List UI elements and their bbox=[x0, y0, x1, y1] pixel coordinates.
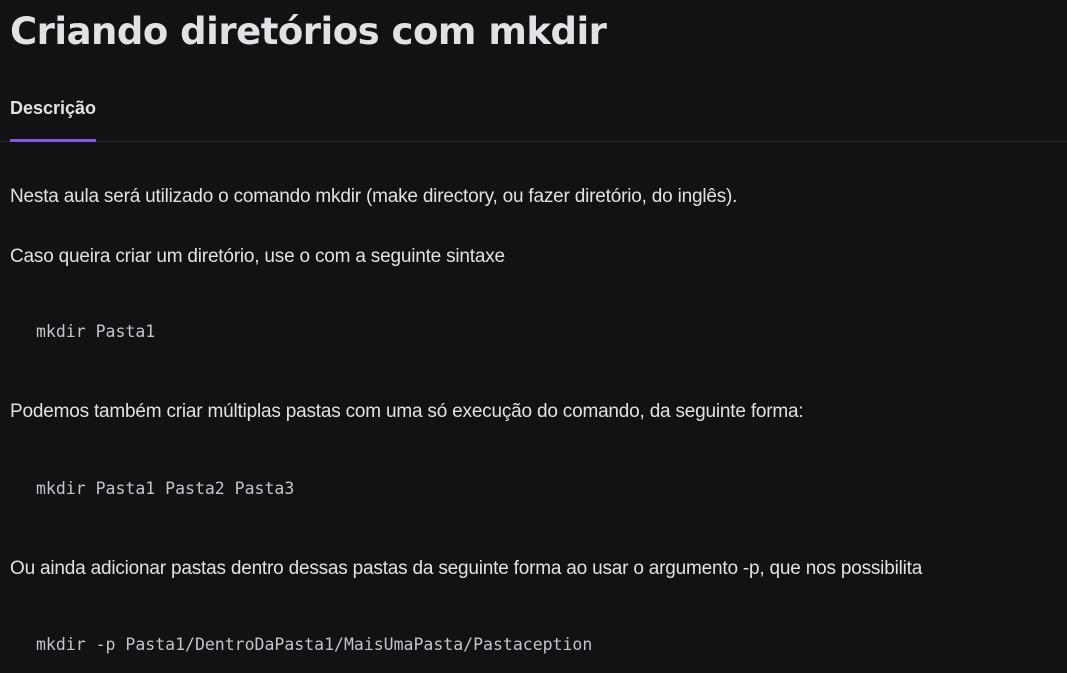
tab-label: Descrição bbox=[10, 98, 97, 118]
tab-bar: Descrição bbox=[0, 84, 1067, 142]
paragraph-intro: Nesta aula será utilizado o comando mkdi… bbox=[10, 186, 738, 207]
code-block-multiple: mkdir Pasta1 Pasta2 Pasta3 bbox=[36, 479, 295, 498]
active-tab-indicator bbox=[10, 139, 97, 142]
paragraph-syntax: Caso queira criar um diretório, use o co… bbox=[10, 246, 505, 267]
paragraph-multiple: Podemos também criar múltiplas pastas co… bbox=[10, 401, 804, 422]
code-block-single: mkdir Pasta1 bbox=[36, 322, 156, 341]
code-block-nested: mkdir -p Pasta1/DentroDaPasta1/MaisUmaPa… bbox=[36, 635, 593, 654]
tab-descricao[interactable]: Descrição bbox=[10, 84, 97, 142]
paragraph-nested: Ou ainda adicionar pastas dentro dessas … bbox=[10, 558, 923, 579]
page-title: Criando diretórios com mkdir bbox=[10, 10, 607, 53]
